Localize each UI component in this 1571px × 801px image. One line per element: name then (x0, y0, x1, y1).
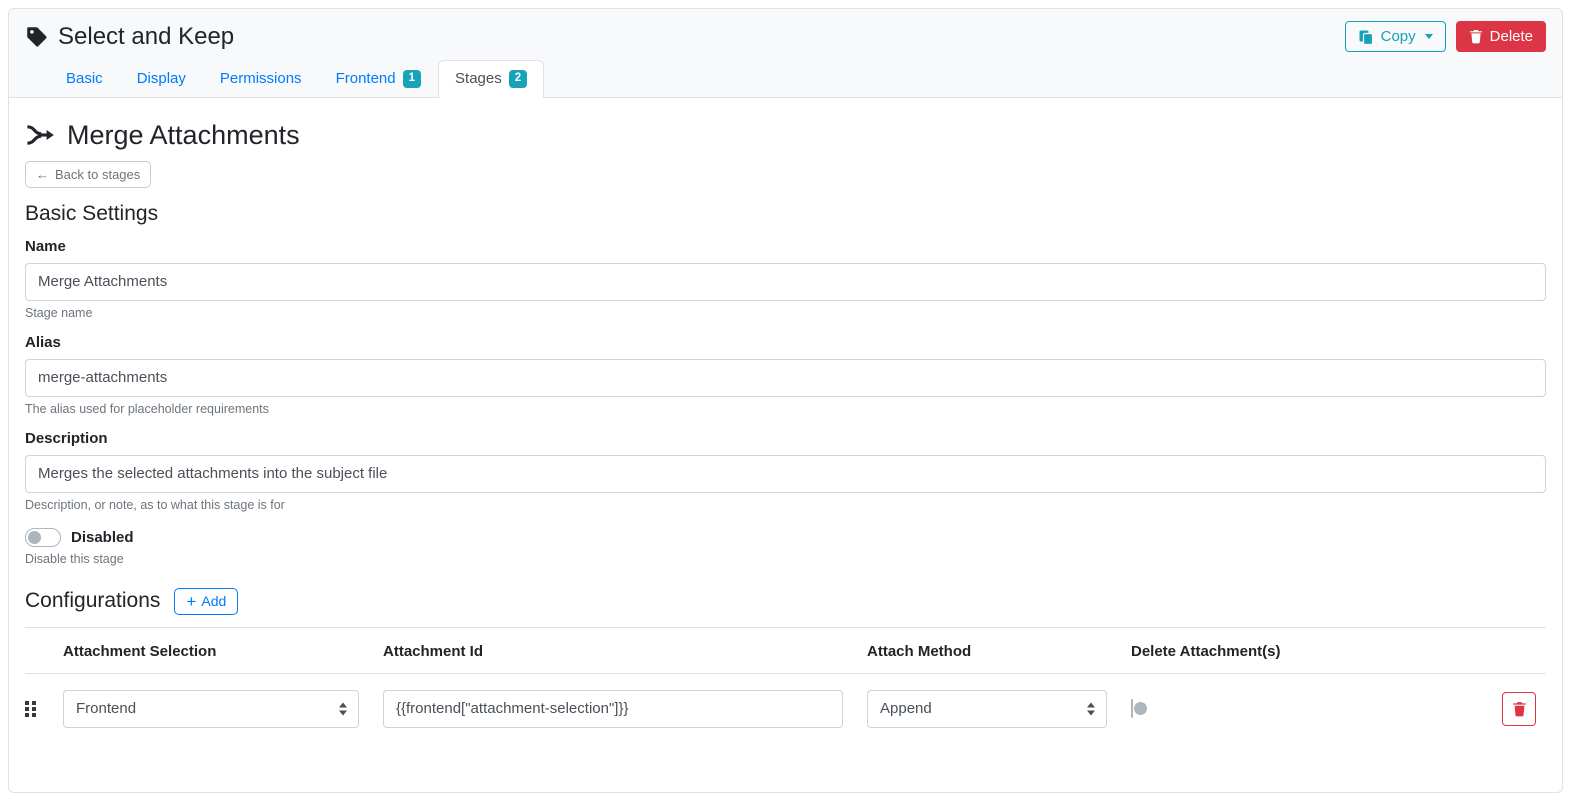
tab-stages[interactable]: Stages 2 (438, 60, 544, 98)
alias-field-group: Alias The alias used for placeholder req… (25, 334, 1546, 416)
tag-icon (25, 25, 48, 48)
disabled-toggle[interactable] (25, 528, 61, 547)
back-to-stages-label: Back to stages (55, 167, 140, 182)
tab-frontend-badge: 1 (403, 70, 421, 88)
attach-method-column-header: Attach Method (867, 627, 1131, 673)
tab-basic[interactable]: Basic (49, 60, 120, 98)
name-field-group: Name Stage name (25, 238, 1546, 320)
copy-button-label: Copy (1381, 28, 1416, 45)
add-button-label: Add (201, 593, 226, 609)
description-label: Description (25, 430, 1546, 447)
configurations-table: Attachment Selection Attachment Id Attac… (25, 627, 1546, 738)
tab-stages-badge: 2 (509, 70, 527, 88)
name-label: Name (25, 238, 1546, 255)
drag-column-header (25, 627, 63, 673)
merge-icon (25, 123, 55, 147)
stage-editor-card: Select and Keep Copy (8, 8, 1563, 793)
chevron-down-icon (1425, 34, 1433, 39)
attachment-selection-select[interactable]: Frontend (63, 690, 359, 728)
actions-column-header (1501, 627, 1546, 673)
attachment-selection-column-header: Attachment Selection (63, 627, 383, 673)
card-body: Merge Attachments ← Back to stages Basic… (9, 98, 1562, 754)
basic-settings-heading: Basic Settings (25, 202, 1546, 226)
delete-button-label: Delete (1490, 28, 1533, 45)
tab-basic-label: Basic (66, 70, 103, 87)
tab-frontend[interactable]: Frontend 1 (319, 60, 438, 98)
alias-label: Alias (25, 334, 1546, 351)
disabled-help-text: Disable this stage (25, 552, 1546, 566)
copy-button[interactable]: Copy (1345, 21, 1446, 52)
plus-icon: + (186, 593, 196, 610)
delete-attachments-toggle[interactable] (1131, 699, 1133, 718)
attachment-id-input[interactable] (383, 690, 843, 728)
alias-input[interactable] (25, 359, 1546, 397)
add-configuration-button[interactable]: + Add (174, 588, 238, 615)
tab-display-label: Display (137, 70, 186, 87)
name-input[interactable] (25, 263, 1546, 301)
description-help-text: Description, or note, as to what this st… (25, 498, 1546, 512)
delete-attachments-column-header: Delete Attachment(s) (1131, 627, 1501, 673)
tab-permissions[interactable]: Permissions (203, 60, 319, 98)
copy-icon (1358, 29, 1374, 45)
attachment-id-column-header: Attachment Id (383, 627, 867, 673)
description-input[interactable] (25, 455, 1546, 493)
arrow-left-icon: ← (36, 167, 49, 182)
toggle-knob (1134, 702, 1147, 715)
back-to-stages-button[interactable]: ← Back to stages (25, 161, 151, 188)
disabled-toggle-label: Disabled (71, 529, 134, 546)
table-row: Frontend Append (25, 673, 1546, 738)
page-title: Select and Keep (58, 23, 234, 51)
tab-display[interactable]: Display (120, 60, 203, 98)
table-header-row: Attachment Selection Attachment Id Attac… (25, 627, 1546, 673)
tab-permissions-label: Permissions (220, 70, 302, 87)
grip-vertical-icon[interactable] (25, 701, 36, 717)
tab-frontend-label: Frontend (336, 70, 396, 87)
toggle-knob (28, 531, 41, 544)
alias-help-text: The alias used for placeholder requireme… (25, 402, 1546, 416)
delete-button[interactable]: Delete (1456, 21, 1546, 52)
trash-icon (1469, 29, 1483, 44)
tab-stages-label: Stages (455, 70, 502, 87)
stage-tabs: Basic Display Permissions Frontend 1 Sta… (49, 60, 1546, 97)
description-field-group: Description Description, or note, as to … (25, 430, 1546, 512)
configurations-heading: Configurations (25, 589, 160, 613)
name-help-text: Stage name (25, 306, 1546, 320)
row-delete-button[interactable] (1502, 692, 1536, 726)
attach-method-select[interactable]: Append (867, 690, 1107, 728)
trash-icon (1512, 701, 1527, 717)
card-header: Select and Keep Copy (9, 9, 1562, 98)
stage-title: Merge Attachments (67, 120, 300, 151)
